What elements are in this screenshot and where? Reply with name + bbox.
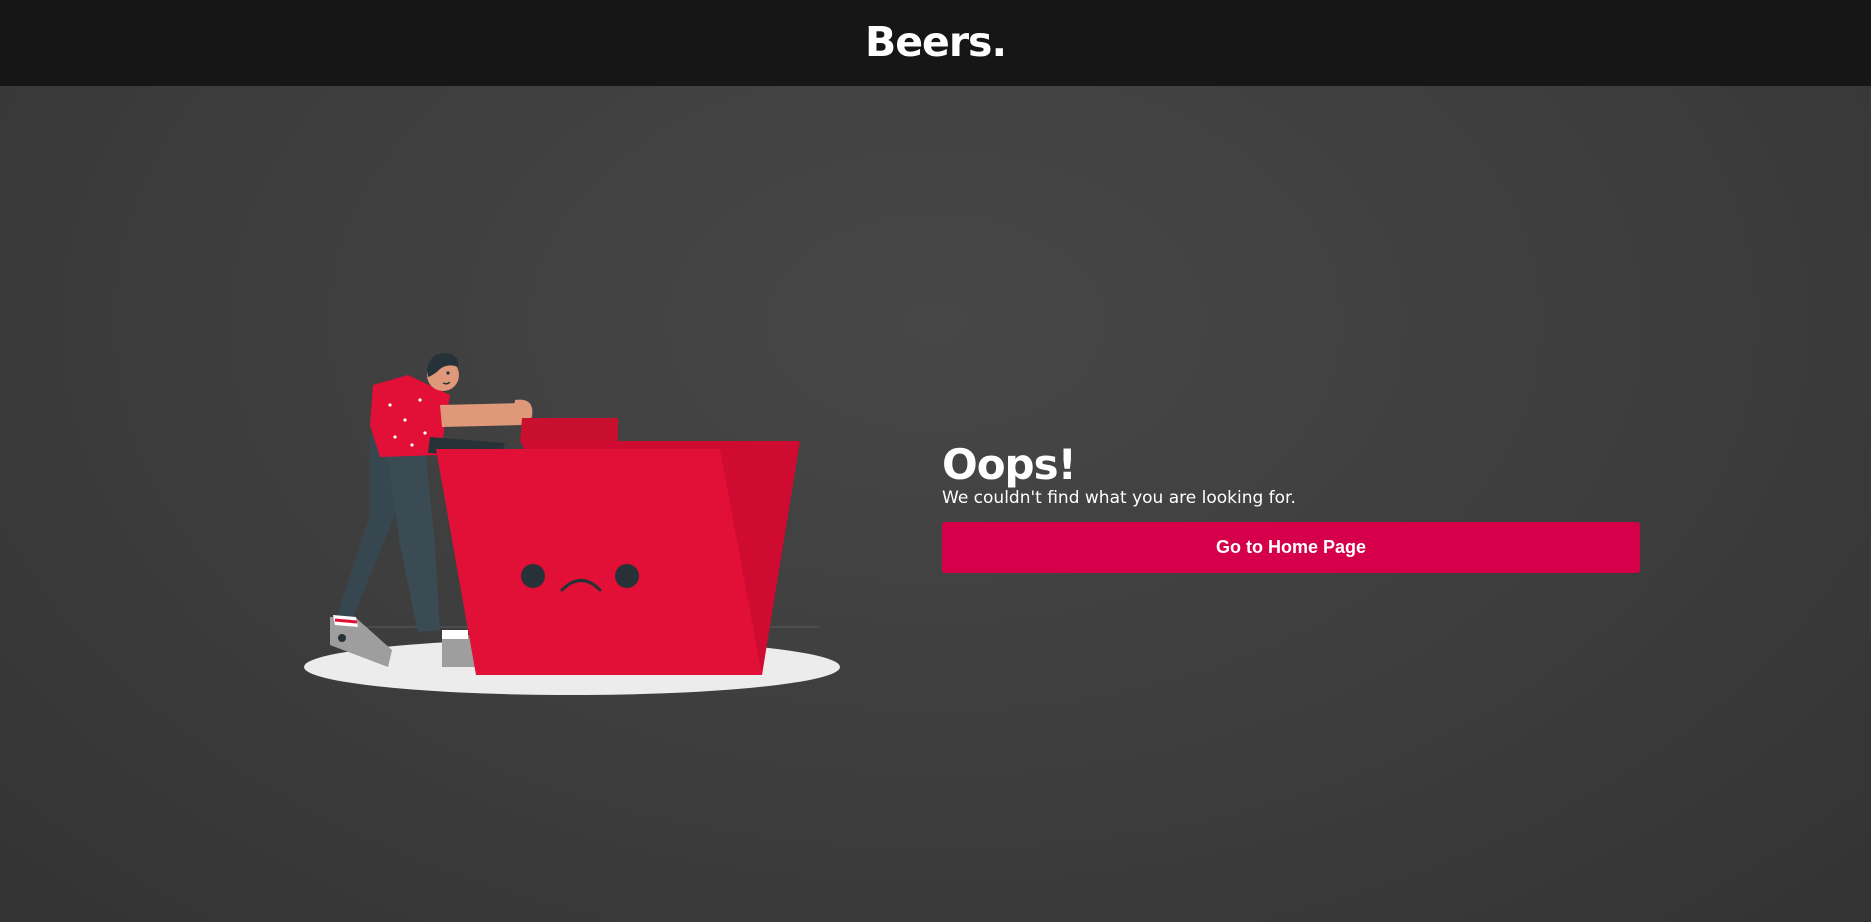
- folder-left-eye: [521, 564, 545, 588]
- sad-folder-illustration: [300, 345, 845, 705]
- brand-logo[interactable]: Beers.: [865, 18, 1007, 66]
- folder-right-eye: [615, 564, 639, 588]
- error-message-panel: Oops! We couldn't find what you are look…: [942, 442, 1640, 573]
- person-front-leg: [385, 440, 440, 632]
- folder-front: [436, 449, 762, 675]
- top-bar: Beers.: [0, 0, 1871, 86]
- error-description: We couldn't find what you are looking fo…: [942, 488, 1296, 508]
- error-heading: Oops!: [942, 440, 1077, 489]
- folder-tab: [520, 418, 618, 443]
- go-home-button[interactable]: Go to Home Page: [942, 522, 1640, 573]
